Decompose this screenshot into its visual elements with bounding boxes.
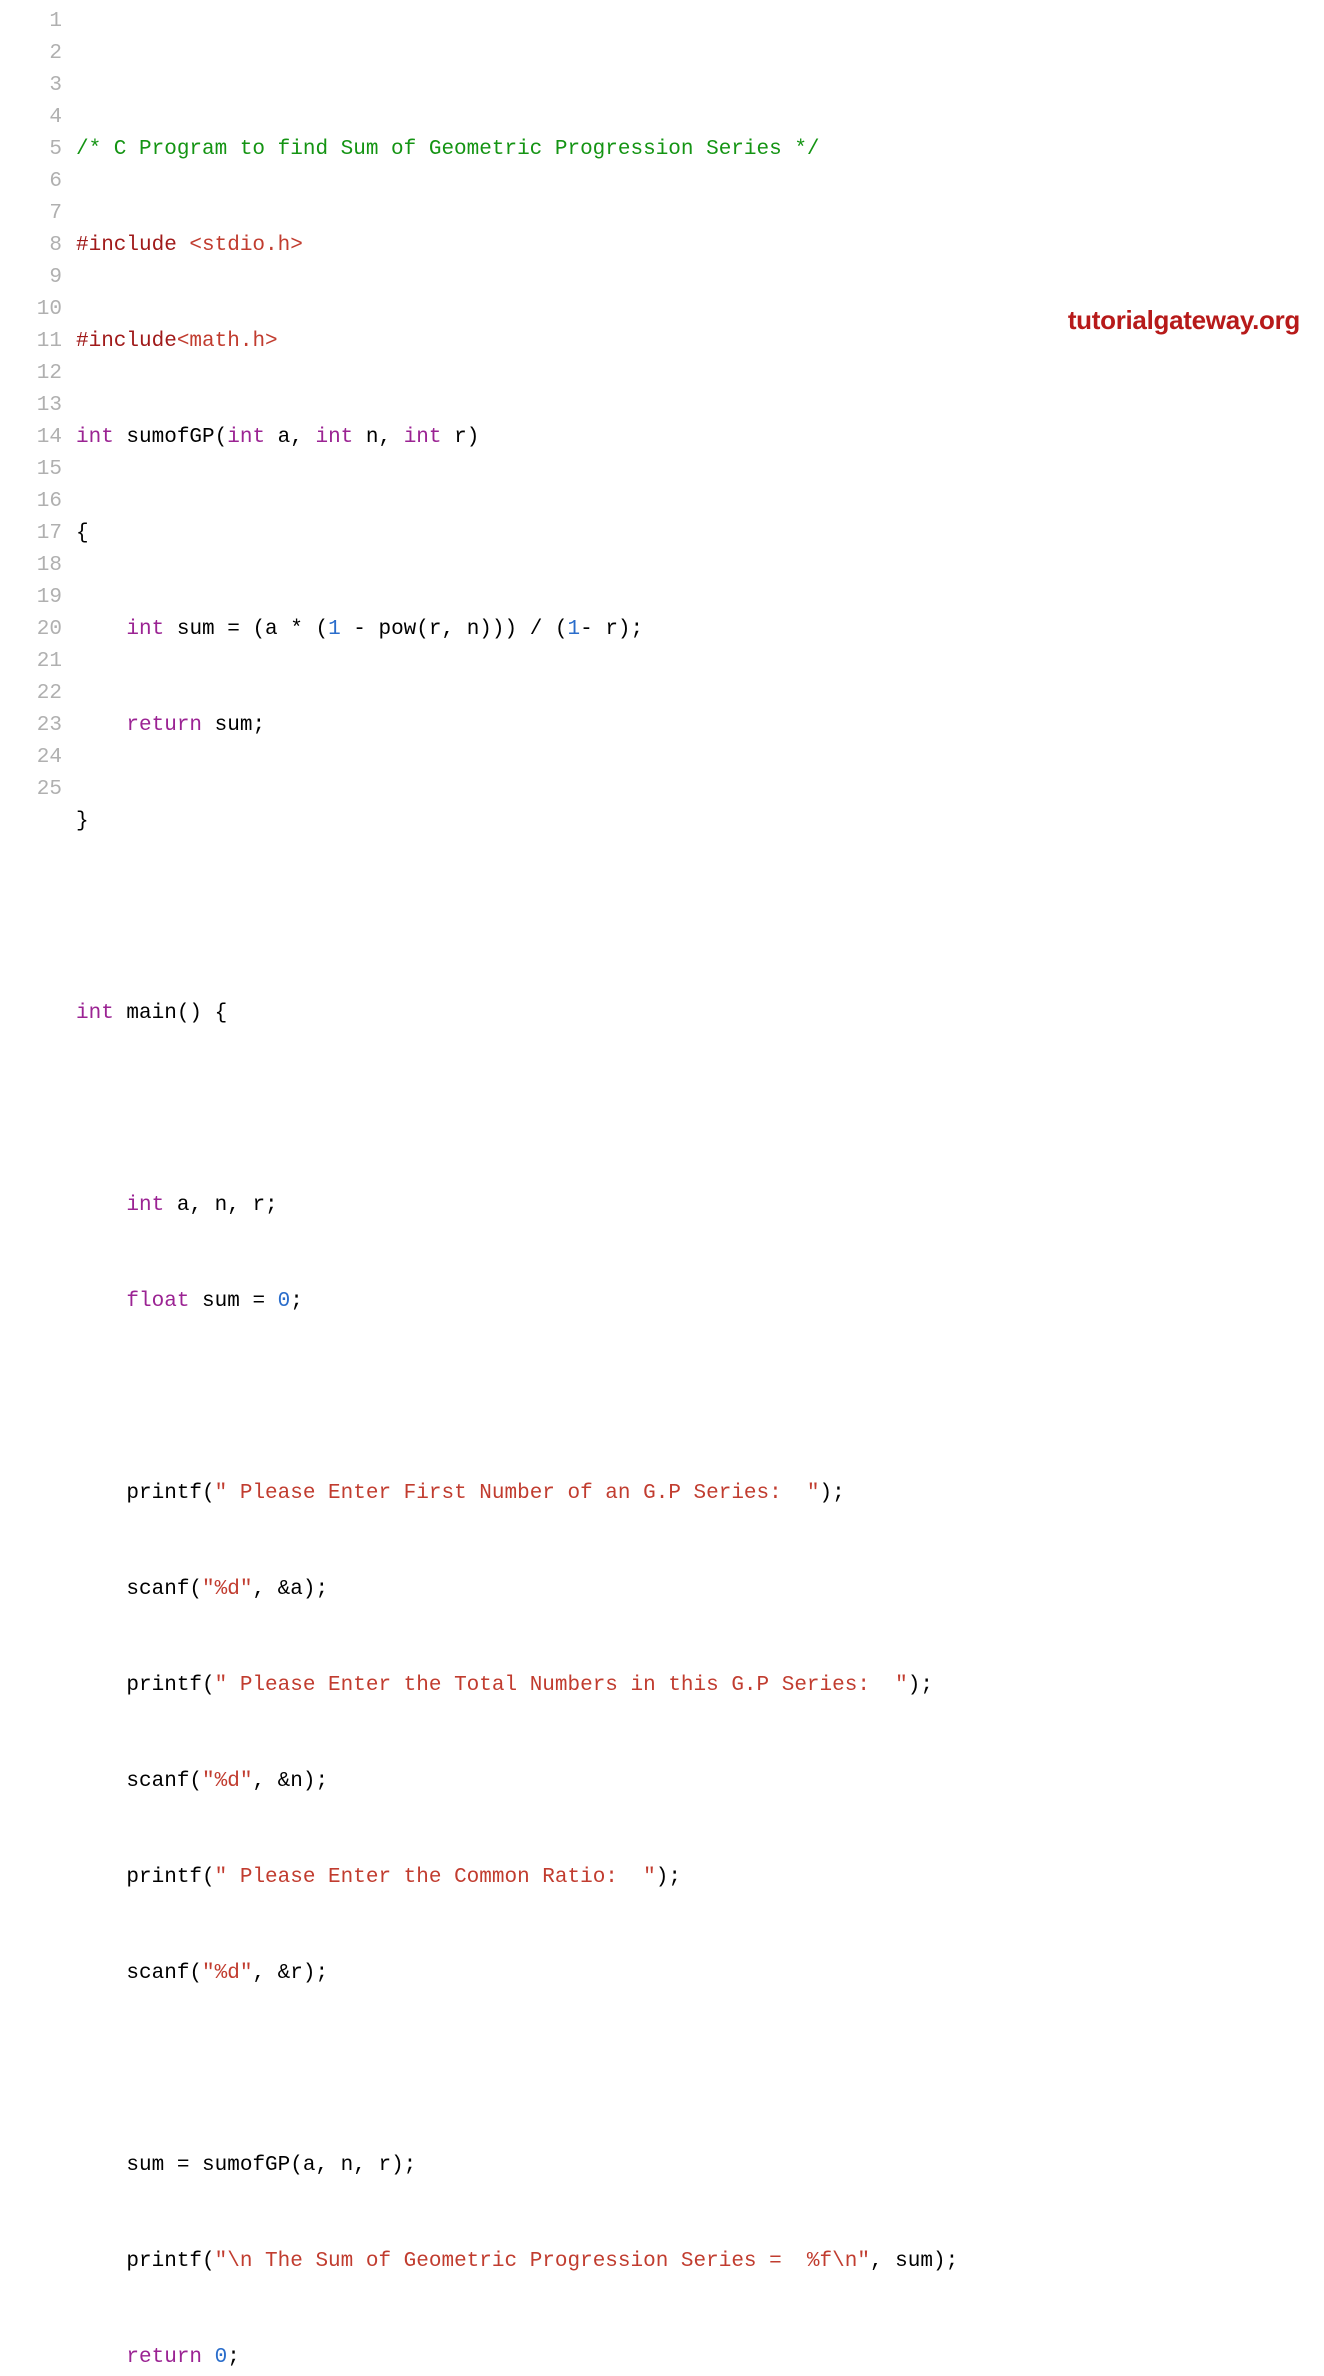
line-number: 11 xyxy=(0,326,62,358)
code-comment: /* C Program to find Sum of Geometric Pr… xyxy=(76,138,820,161)
line-number: 10 xyxy=(0,294,62,326)
line-number: 23 xyxy=(0,710,62,742)
code-brace: { xyxy=(76,522,89,545)
line-number: 21 xyxy=(0,646,62,678)
code-brace: } xyxy=(76,810,89,833)
line-number: 24 xyxy=(0,742,62,774)
line-number: 20 xyxy=(0,614,62,646)
code-header: <math.h> xyxy=(177,330,278,353)
code-preproc: #include xyxy=(76,234,189,257)
code-number: 0 xyxy=(215,2346,228,2369)
code-type: float xyxy=(126,1290,189,1313)
line-number: 16 xyxy=(0,486,62,518)
line-number: 13 xyxy=(0,390,62,422)
line-number: 19 xyxy=(0,582,62,614)
code-type: int xyxy=(76,1002,114,1025)
code-number: 0 xyxy=(278,1290,291,1313)
code-string: "%d" xyxy=(202,1578,252,1601)
line-number: 8 xyxy=(0,230,62,262)
watermark-text: tutorialgateway.org xyxy=(1068,304,1300,336)
code-type: int xyxy=(315,426,353,449)
code-string: "%d" xyxy=(202,1770,252,1793)
line-number: 5 xyxy=(0,134,62,166)
code-number: 1 xyxy=(568,618,581,641)
line-number: 4 xyxy=(0,102,62,134)
line-number: 7 xyxy=(0,198,62,230)
code-number: 1 xyxy=(328,618,341,641)
code-type: int xyxy=(227,426,265,449)
code-keyword: return xyxy=(126,2346,202,2369)
line-number: 6 xyxy=(0,166,62,198)
code-type: int xyxy=(404,426,442,449)
code-string: "%d" xyxy=(202,1962,252,1985)
code-func: sumofGP( xyxy=(114,426,227,449)
code-string: "\n The Sum of Geometric Progression Ser… xyxy=(215,2250,870,2273)
line-number: 12 xyxy=(0,358,62,390)
code-editor[interactable]: 1234567891011121314151617181920212223242… xyxy=(0,0,1324,2376)
code-area[interactable]: tutorialgateway.org /* C Program to find… xyxy=(76,6,1324,2376)
line-number: 17 xyxy=(0,518,62,550)
code-type: int xyxy=(126,1194,164,1217)
line-number: 25 xyxy=(0,774,62,806)
line-number-gutter: 1234567891011121314151617181920212223242… xyxy=(0,6,76,2376)
line-number: 1 xyxy=(0,6,62,38)
code-header: <stdio.h> xyxy=(189,234,302,257)
line-number: 2 xyxy=(0,38,62,70)
line-number: 9 xyxy=(0,262,62,294)
line-number: 15 xyxy=(0,454,62,486)
line-number: 18 xyxy=(0,550,62,582)
line-number: 3 xyxy=(0,70,62,102)
code-type: int xyxy=(76,426,114,449)
code-string: " Please Enter the Total Numbers in this… xyxy=(215,1674,908,1697)
code-string: " Please Enter the Common Ratio: " xyxy=(215,1866,656,1889)
code-keyword: return xyxy=(126,714,202,737)
code-type: int xyxy=(126,618,164,641)
line-number: 22 xyxy=(0,678,62,710)
code-preproc: #include xyxy=(76,330,177,353)
code-string: " Please Enter First Number of an G.P Se… xyxy=(215,1482,820,1505)
line-number: 14 xyxy=(0,422,62,454)
